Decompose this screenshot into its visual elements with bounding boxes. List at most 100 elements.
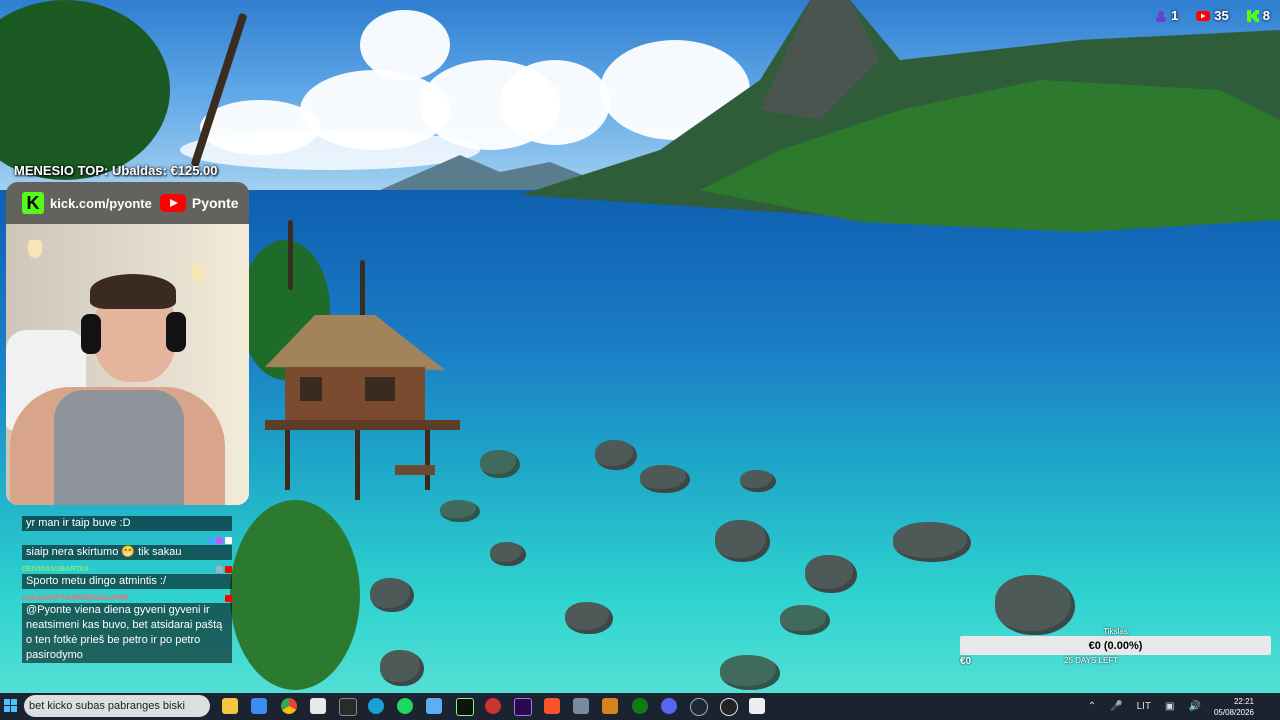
kick-viewers-icon	[1156, 10, 1167, 22]
windows-taskbar: bet kicko subas pabranges biski ⌃ 🎤 LIT …	[0, 693, 1280, 720]
reef-rock	[805, 555, 857, 593]
sword-badge-icon	[216, 565, 223, 573]
chat-badges	[216, 565, 232, 573]
reef-rock	[380, 650, 424, 686]
palm-trunk	[288, 220, 293, 290]
windows-logo-icon	[11, 699, 17, 705]
goal-current-amount: €0	[960, 656, 972, 667]
webcam-panel: K kick.com/pyonte Pyonte	[6, 182, 249, 505]
chat-username: LUKASSOFTWAREDEVELOPER	[22, 594, 129, 602]
edge-icon[interactable]	[368, 698, 384, 714]
youtube-channel-name: Pyonte	[191, 195, 239, 211]
network-icon[interactable]: ▣	[1165, 701, 1174, 712]
kick-channel-url: kick.com/pyonte	[50, 195, 152, 211]
microphone-icon[interactable]: 🎤	[1110, 701, 1122, 712]
reef-rock	[715, 520, 770, 562]
goal-progress-bar: €0 (0.00%)	[960, 636, 1271, 655]
goal-footer: €0 25 DAYS LEFT	[960, 656, 1271, 667]
kick-follower-counter: 8	[1246, 8, 1270, 23]
windows-logo-icon	[4, 699, 10, 705]
reef-rock	[640, 465, 690, 493]
chrome-icon[interactable]	[281, 698, 297, 714]
goal-title: Tikslas	[1103, 627, 1128, 636]
youtube-viewer-counter: 35	[1196, 8, 1229, 23]
window-app-icon[interactable]	[749, 698, 765, 714]
chat-message-header	[22, 535, 232, 545]
viewer-counters: 1 35 8	[1155, 8, 1270, 23]
chat-message-text: siaip nera skirtumo 😁 tik sakau	[22, 545, 232, 560]
youtube-logo-icon	[159, 194, 186, 212]
kick-follower-count: 8	[1262, 8, 1270, 23]
crosshair-app-icon[interactable]	[456, 698, 474, 716]
start-button[interactable]	[4, 699, 18, 713]
reef-rock	[565, 602, 613, 634]
sub-badge-icon	[207, 536, 214, 544]
goal-spacer	[1211, 656, 1271, 667]
chat-badges	[225, 594, 232, 602]
reef-rock	[893, 522, 971, 562]
overwater-hut	[265, 315, 460, 500]
chat-username: DEIVIDASUBARTAS	[22, 565, 89, 573]
youtube-badge-icon	[225, 565, 232, 573]
chat-message-header: DEIVIDASUBARTAS	[22, 564, 232, 574]
chat-message: LUKASSOFTWAREDEVELOPER @Pyonte viena die…	[22, 593, 232, 663]
wall-lamp	[191, 264, 205, 282]
xbox-icon[interactable]	[632, 698, 648, 714]
snipping-tool-icon[interactable]	[310, 698, 326, 714]
island-mountain	[520, 0, 1280, 232]
chat-overlay: yr man ir taip buve :D siaip nera skirtu…	[22, 516, 232, 667]
davinci-icon[interactable]	[485, 698, 501, 714]
chevron-up-icon[interactable]: ⌃	[1088, 701, 1096, 712]
streamer-tank-top	[54, 390, 184, 505]
youtube-viewer-count: 35	[1214, 8, 1229, 23]
reef-rock	[490, 542, 526, 566]
reef-rock	[995, 575, 1075, 635]
reef-rock	[720, 655, 780, 690]
youtube-icon	[1196, 10, 1211, 21]
jungle-foliage	[230, 500, 360, 690]
windows-logo-icon	[4, 706, 10, 712]
brave-icon[interactable]	[544, 698, 560, 714]
volume-icon[interactable]: 🔊	[1189, 701, 1201, 712]
windows-logo-icon	[11, 706, 17, 712]
discord-icon[interactable]	[661, 698, 677, 714]
reef-rock	[480, 450, 520, 478]
donation-goal-widget: Tikslas €0 (0.00%) €0 25 DAYS LEFT	[960, 627, 1271, 667]
kick-logo-icon	[1246, 9, 1259, 22]
reef-rock	[370, 578, 414, 612]
reef-rock	[740, 470, 776, 492]
system-tray: ⌃ 🎤 LIT ▣ 🔊 22:21 05/08/2026	[1081, 693, 1280, 720]
reef-rock	[780, 605, 830, 635]
file-explorer-icon[interactable]	[222, 698, 238, 714]
taskbar-clock[interactable]: 22:21 05/08/2026	[1214, 696, 1254, 718]
obs-icon[interactable]	[720, 698, 738, 716]
goal-days-left: 25 DAYS LEFT	[1064, 656, 1119, 665]
headphones	[81, 314, 101, 354]
app-icon[interactable]	[339, 698, 357, 716]
clock-date: 05/08/2026	[1213, 707, 1254, 717]
goal-value-text: €0 (0.00%)	[1088, 639, 1143, 652]
youtube-badge-icon	[225, 594, 232, 602]
headphones	[166, 312, 186, 352]
premiere-icon[interactable]	[514, 698, 532, 716]
webcam-header: K kick.com/pyonte Pyonte	[6, 182, 249, 224]
kick-viewer-count: 1	[1171, 8, 1179, 23]
game-app-icon[interactable]	[602, 698, 618, 714]
store-icon[interactable]	[251, 698, 267, 714]
chat-message-text: @Pyonte viena diena gyveni gyveni ir nea…	[22, 603, 232, 663]
chat-message-text: Sporto metu dingo atmintis :/	[22, 574, 232, 589]
tool-app-icon[interactable]	[573, 698, 589, 714]
language-indicator[interactable]: LIT	[1137, 701, 1151, 712]
chat-message: yr man ir taip buve :D	[22, 516, 232, 531]
clock-time: 22:21	[1233, 696, 1254, 706]
chat-message-text: yr man ir taip buve :D	[22, 516, 232, 531]
vip-badge-icon	[216, 536, 223, 544]
photos-icon[interactable]	[426, 698, 442, 714]
gift-badge-icon	[225, 536, 232, 544]
kick-logo-icon: K	[22, 192, 44, 214]
chat-message: DEIVIDASUBARTAS Sporto metu dingo atmint…	[22, 564, 232, 589]
chat-badges	[207, 536, 232, 544]
steam-icon[interactable]	[690, 698, 708, 716]
taskbar-search-box[interactable]: bet kicko subas pabranges biski	[24, 695, 210, 717]
spotify-icon[interactable]	[397, 698, 413, 714]
